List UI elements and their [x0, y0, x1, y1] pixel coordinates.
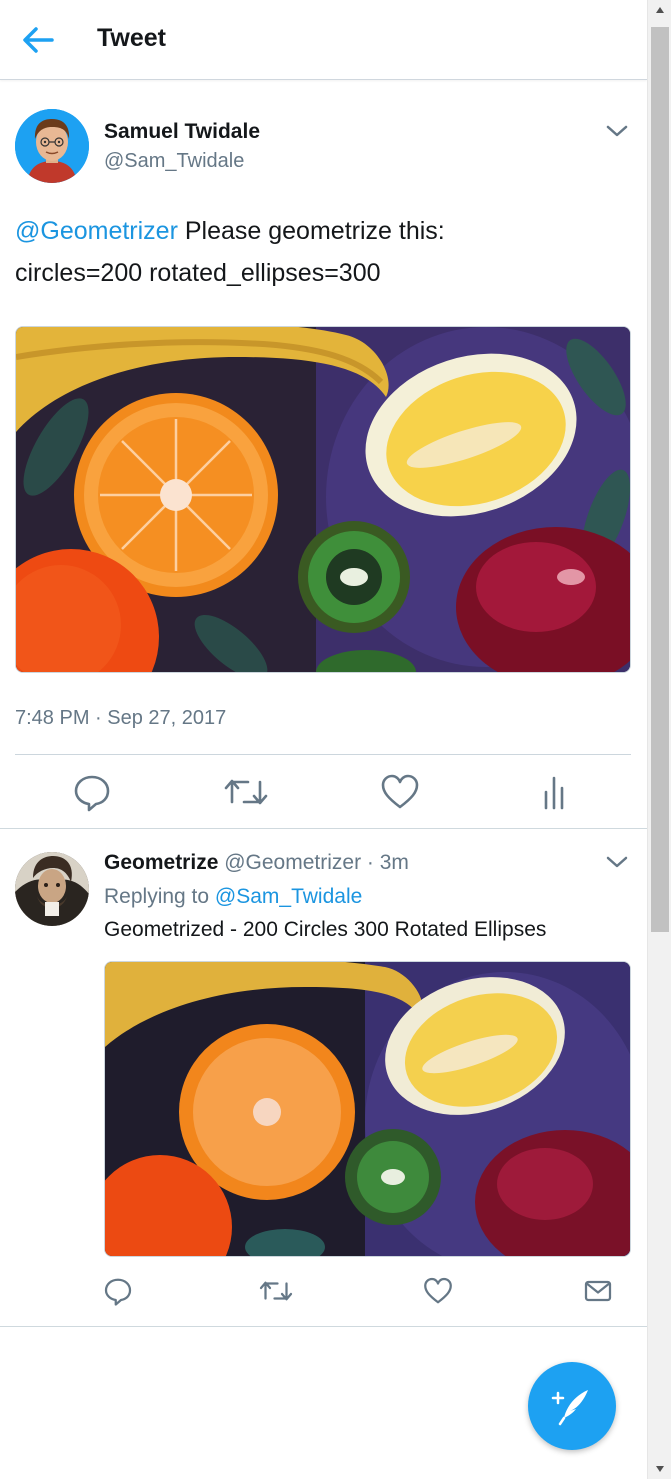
compose-tweet-button[interactable] [528, 1362, 616, 1450]
reply-button[interactable] [96, 1269, 140, 1313]
avatar[interactable] [15, 109, 89, 183]
app: Tweet Samuel Twidale @Sam_Twidale @Geome… [0, 0, 647, 1479]
tweet-text-line1: Please geometrize this: [177, 217, 445, 245]
replying-to-link[interactable]: @Sam_Twidale [215, 885, 362, 908]
reply-text: Geometrized - 200 Circles 300 Rotated El… [104, 918, 547, 941]
analytics-icon [544, 776, 564, 810]
tweet-photo[interactable] [15, 326, 631, 673]
compose-tweet-icon [551, 1390, 588, 1426]
arrow-left-icon [23, 27, 54, 53]
like-icon [424, 1277, 452, 1304]
replying-prefix: Replying to [104, 885, 215, 908]
avatar[interactable] [15, 852, 89, 926]
tweet-text-line2: circles=200 rotated_ellipses=300 [15, 259, 381, 287]
reply-tweet: Geometrize @Geometrizer · 3m Replying to… [0, 829, 647, 1327]
reply-icon [74, 775, 110, 812]
triangle-up-icon [656, 7, 664, 13]
scroll-down-button[interactable] [648, 1459, 671, 1479]
author-handle[interactable]: @Sam_Twidale [104, 150, 244, 173]
tweet-menu-button[interactable] [603, 120, 631, 142]
main-tweet: Samuel Twidale @Sam_Twidale @Geometrizer… [0, 80, 647, 829]
like-icon [381, 774, 419, 809]
reply-photo[interactable] [104, 961, 631, 1257]
reply-button[interactable] [70, 770, 114, 814]
retweet-icon [259, 1281, 293, 1301]
like-button[interactable] [416, 1269, 460, 1313]
triangle-down-icon [656, 1466, 664, 1472]
reply-author-name[interactable]: Geometrize [104, 851, 218, 874]
retweet-icon [224, 779, 268, 805]
divider [15, 754, 631, 755]
tweet-actions [0, 770, 647, 816]
author-name[interactable]: Samuel Twidale [104, 120, 260, 144]
tweet-text: @Geometrizer Please geometrize this: cir… [15, 210, 615, 294]
reply-menu-button[interactable] [603, 851, 631, 873]
chevron-down-icon [606, 856, 628, 868]
scrollbar[interactable] [647, 0, 671, 1479]
chevron-down-icon [606, 125, 628, 137]
reply-handle-and-time[interactable]: @Geometrizer · 3m [218, 851, 409, 874]
scrollbar-thumb[interactable] [651, 27, 669, 932]
retweet-button[interactable] [224, 770, 268, 814]
like-button[interactable] [378, 770, 422, 814]
header-bar: Tweet [0, 0, 647, 80]
tweet-timestamp[interactable]: 7:48 PM · Sep 27, 2017 [15, 707, 226, 730]
direct-message-button[interactable] [576, 1269, 620, 1313]
reply-actions [104, 1271, 631, 1311]
mention-link[interactable]: @Geometrizer [15, 217, 178, 245]
page-title: Tweet [97, 24, 166, 52]
back-button[interactable] [18, 22, 58, 58]
reply-header: Geometrize @Geometrizer · 3m [104, 851, 409, 875]
retweet-button[interactable] [254, 1269, 298, 1313]
replying-to: Replying to @Sam_Twidale [104, 885, 362, 909]
message-icon [584, 1280, 612, 1302]
analytics-button[interactable] [532, 770, 576, 814]
scroll-up-button[interactable] [648, 0, 671, 20]
reply-icon [104, 1278, 132, 1306]
